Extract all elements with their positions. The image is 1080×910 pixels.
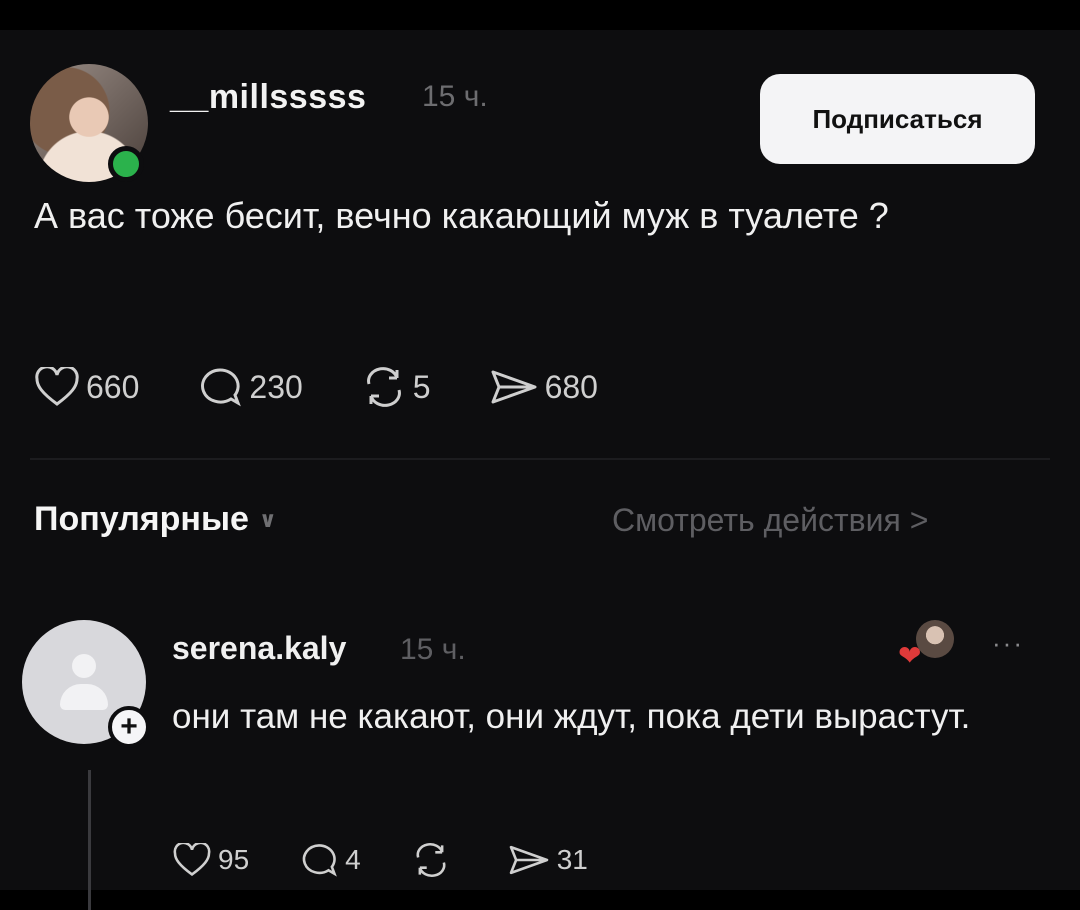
like-button[interactable]: 660 — [34, 367, 139, 407]
comment-share-count: 31 — [556, 844, 588, 875]
post-time: 15 ч. — [422, 80, 488, 113]
sort-label: Популярные — [34, 500, 249, 538]
view-actions-link[interactable]: Смотреть действия > — [612, 502, 928, 539]
heart-icon: ❤ — [898, 640, 922, 671]
comment-reply-button[interactable]: 4 — [299, 842, 361, 878]
author-username[interactable]: __millsssss — [170, 78, 366, 117]
repost-count: 5 — [412, 368, 431, 405]
comment-icon — [302, 844, 338, 877]
comment-share-button[interactable]: 31 — [507, 842, 588, 878]
comment-count: 230 — [249, 368, 303, 405]
thread-screen: __millsssss 15 ч. Подписаться А вас тоже… — [0, 30, 1080, 910]
subscribe-button[interactable]: Подписаться — [760, 74, 1035, 164]
online-status-dot — [108, 146, 144, 182]
comment-button[interactable]: 230 — [197, 366, 303, 408]
comment-actions: 95 4 31 — [172, 842, 638, 878]
share-icon — [509, 845, 549, 875]
thread-line — [88, 770, 91, 910]
comment-time: 15 ч. — [400, 633, 466, 666]
repost-icon — [416, 842, 446, 878]
comment-like-count: 95 — [218, 844, 250, 875]
repost-button[interactable]: 5 — [361, 366, 431, 408]
share-button[interactable]: 680 — [489, 366, 598, 408]
post-actions: 660 230 5 680 — [34, 366, 656, 408]
like-count: 660 — [86, 368, 140, 405]
post-text: А вас тоже бесит, вечно какающий муж в т… — [34, 195, 889, 236]
repost-icon — [366, 367, 401, 407]
plus-icon[interactable]: + — [108, 706, 150, 748]
heart-icon — [35, 367, 79, 406]
chevron-down-icon: ∨ — [258, 506, 277, 532]
share-icon — [491, 370, 537, 404]
sort-dropdown[interactable]: Популярные ∨ — [34, 500, 277, 539]
comment-like-button[interactable]: 95 — [172, 843, 249, 877]
comment-icon — [201, 368, 242, 407]
author-liked-indicator: ❤ — [898, 620, 956, 674]
share-count: 680 — [544, 368, 598, 405]
divider — [30, 458, 1050, 460]
heart-icon — [173, 843, 211, 877]
comment-repost-button[interactable] — [411, 842, 457, 878]
comment-text: они там не какают, они ждут, пока дети в… — [172, 697, 971, 736]
more-options-button[interactable]: ··· — [992, 628, 1024, 659]
commenter-username[interactable]: serena.kaly — [172, 630, 346, 667]
comment-reply-count: 4 — [345, 844, 361, 875]
